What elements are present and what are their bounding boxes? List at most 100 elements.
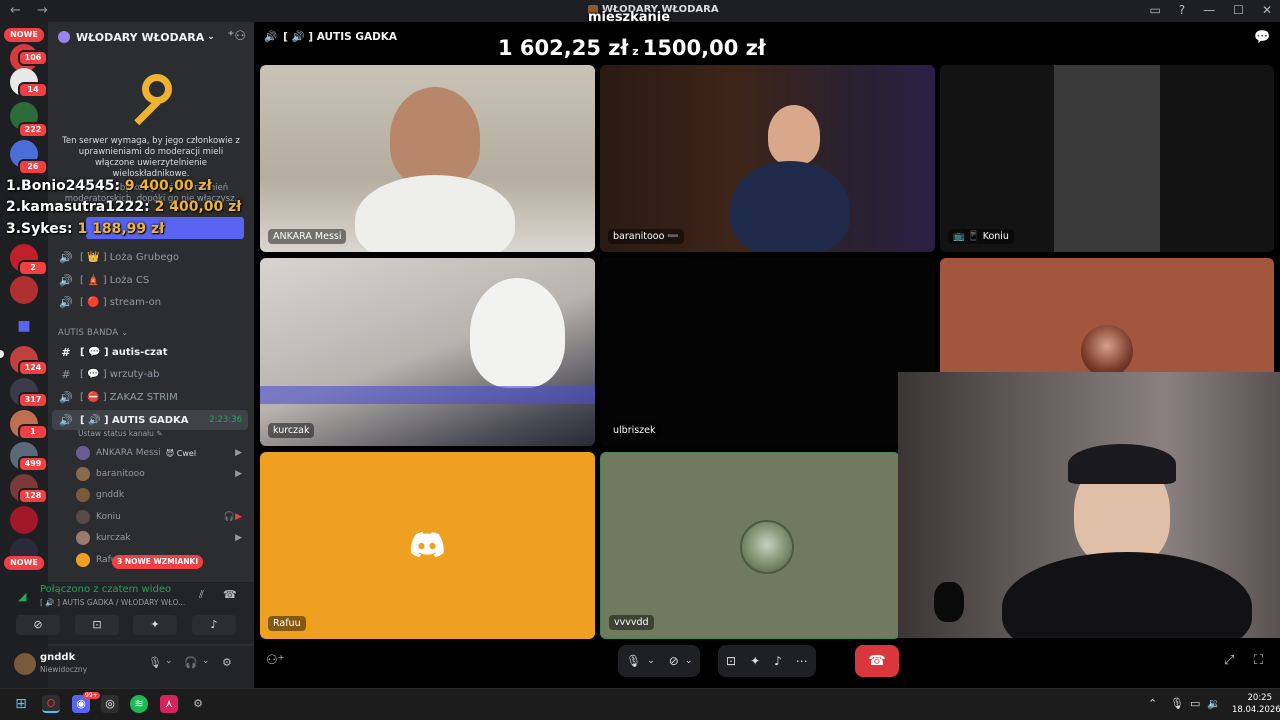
video-tile-kurczak[interactable]: kurczak [260, 258, 595, 446]
speaker-icon: 🔊 [264, 31, 278, 43]
server-badge: 14 [18, 82, 48, 98]
channel-label: [ 🔊 ] AUTIS GADKA [80, 414, 189, 426]
server-badge: 222 [18, 122, 48, 138]
obs-icon[interactable]: ◎ [101, 695, 119, 713]
tile-name: ulbriszek [608, 423, 661, 438]
volume-icon[interactable]: 🔉 [1207, 697, 1221, 710]
tile-name: vvvvdd [609, 615, 654, 630]
screenshare-button[interactable]: ⊡ [75, 615, 119, 635]
new-mentions-pill[interactable]: 3 NOWE WZMIANKI [112, 555, 204, 569]
avatar [76, 510, 90, 524]
speaker-icon: 🔊 [59, 413, 73, 427]
soundboard-icon[interactable]: ♪ [774, 654, 782, 668]
avatar [76, 446, 90, 460]
server-icon-6[interactable] [10, 276, 38, 304]
signal-icon[interactable]: ◢ [18, 590, 26, 603]
avatar[interactable] [14, 653, 36, 675]
opera-icon[interactable]: O [42, 695, 60, 713]
channel-zakaz-strim[interactable]: 🔊 [ ⛔ ] ZAKAZ STRIM [52, 387, 248, 407]
channel-autis-czat[interactable]: # [ 💬 ] autis-czat [52, 342, 248, 362]
noise-suppression-icon[interactable]: ⫽ [199, 588, 204, 602]
chevron-down-icon[interactable]: ⌄ [202, 656, 210, 666]
spotify-icon[interactable]: ≋ [130, 695, 148, 713]
donor-rank-2: 2.kamasutra1222: 2 400,00 zł [6, 199, 242, 215]
voice-member[interactable]: baranitooo ▶ [76, 465, 246, 483]
participant-face [390, 87, 480, 187]
channel-stream-on[interactable]: 🔊 [ 🔴 ] stream-on [52, 292, 248, 312]
participant-video [1054, 65, 1160, 252]
tray-chevron-icon[interactable]: ⌃ [1148, 697, 1157, 710]
server-badge: 2 [18, 260, 48, 276]
fullscreen-icon[interactable]: ⛶ [1254, 653, 1263, 668]
participant-avatar [1081, 325, 1133, 377]
invite-people-icon[interactable]: ⁺⚇ [227, 29, 246, 44]
mfa-text: Ten serwer wymaga, by jego członkowie z … [62, 136, 240, 179]
avatar [76, 488, 90, 502]
app-icon[interactable]: ⋏ [160, 695, 178, 713]
speaker-icon: 🔊 [59, 250, 73, 264]
chevron-down-icon[interactable]: ⌄ [165, 656, 173, 666]
activities-icon[interactable]: ✦ [750, 654, 760, 668]
gear-icon[interactable]: ⚙ [222, 656, 232, 669]
headphones-icon[interactable]: 🎧 [184, 656, 198, 669]
voice-member[interactable]: gnddk [76, 486, 246, 504]
stage-channel-title: [ 🔊 ] AUTIS GADKA [283, 31, 398, 43]
voice-member[interactable]: kurczak ▶ [76, 529, 246, 547]
clock[interactable]: 20:25 18.04.2026 [1232, 692, 1280, 716]
monitor-icon[interactable]: ▭ [1190, 697, 1200, 710]
inbox-icon[interactable]: ▭ [1149, 3, 1160, 17]
channel-wrzuty-ab[interactable]: # [ 💬 ] wrzuty-ab [52, 364, 248, 384]
mic-tray-icon[interactable]: 🎙 [1170, 697, 1184, 710]
channel-autis-gadka[interactable]: 🔊 [ 🔊 ] AUTIS GADKA 2:23:36 [52, 410, 248, 430]
close-button[interactable]: ✕ [1262, 3, 1272, 17]
new-unread-pill[interactable]: NOWE [4, 556, 44, 570]
server-header[interactable]: WŁODARY WŁODARA ⌄ ⁺⚇ [48, 22, 254, 52]
back-icon[interactable]: ← [10, 3, 21, 18]
chevron-down-icon[interactable]: ⌄ [647, 656, 655, 666]
deafened-icon: 🎧▶ [223, 512, 242, 522]
mic-icon[interactable]: 🎙 [148, 656, 162, 669]
minimize-button[interactable]: — [1203, 3, 1215, 17]
video-tile-ankara[interactable]: ANKARA Messi [260, 65, 595, 252]
chevron-down-icon[interactable]: ⌄ [685, 656, 693, 666]
help-icon[interactable]: ? [1179, 3, 1185, 17]
set-channel-status[interactable]: Ustaw status kanału ✎ [78, 429, 163, 438]
forward-icon[interactable]: → [37, 3, 48, 18]
maximize-button[interactable]: ☐ [1233, 3, 1244, 17]
disconnect-button[interactable]: ☎ [855, 645, 899, 677]
member-name: baranitooo [96, 469, 145, 479]
folder-icon[interactable]: ■ [10, 312, 38, 340]
new-unread-pill[interactable]: NOWE [4, 28, 44, 42]
video-tile-ulbriszek[interactable]: ulbriszek [600, 258, 935, 446]
video-icon: ▶ [235, 533, 242, 543]
voice-member[interactable]: ANKARA Messi 😈 Cwel ▶ [76, 444, 246, 462]
activities-button[interactable]: ✦ [133, 615, 177, 635]
windows-start-icon[interactable]: ⊞ [12, 695, 30, 713]
channel-label: [ 🔴 ] stream-on [80, 296, 162, 308]
server-icon-12[interactable] [10, 506, 38, 534]
channel-loza-grubego[interactable]: 🔊 [ 👑 ] Loża Grubego [52, 247, 248, 267]
screenshare-icon[interactable]: ⊡ [726, 654, 736, 668]
streamer-webcam-overlay [898, 372, 1280, 638]
hash-icon: # [61, 367, 71, 381]
soundboard-button[interactable]: ♪ [192, 615, 236, 635]
channel-loza-cs[interactable]: 🔊 [ 🛕 ] Loża CS [52, 270, 248, 290]
channel-label: [ 💬 ] wrzuty-ab [80, 368, 160, 380]
voice-status-subtitle[interactable]: [ 🔊 ] AUTIS GADKA / WŁODARY WŁO... [40, 598, 185, 607]
add-person-icon[interactable]: ⚇⁺ [266, 653, 285, 668]
video-tile-koniu[interactable]: 📺 📱 Koniu [940, 65, 1274, 252]
voice-member[interactable]: Koniu 🎧▶ [76, 508, 246, 526]
video-tile-baranitooo[interactable]: baranitooo ➖ [600, 65, 935, 252]
server-badge: 128 [18, 488, 48, 504]
tile-name: kurczak [268, 423, 315, 438]
popout-icon[interactable]: ⤢ [1224, 653, 1234, 668]
gear-icon[interactable]: ⚙ [189, 695, 207, 713]
category-header[interactable]: AUTIS BANDA ⌄ [58, 328, 128, 338]
chat-icon[interactable]: 💬 [1254, 30, 1270, 45]
camera-off-button[interactable]: ⊘ [16, 615, 60, 635]
mic-icon[interactable]: 🎙 [626, 654, 641, 668]
disconnect-icon[interactable]: ☎ [223, 588, 237, 601]
username: gnddk [40, 652, 76, 663]
camera-off-icon[interactable]: ⊘ [669, 654, 679, 668]
more-icon[interactable]: ⋯ [796, 654, 808, 668]
